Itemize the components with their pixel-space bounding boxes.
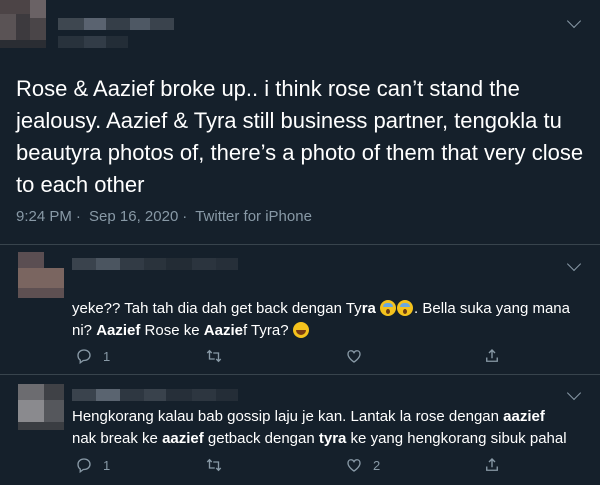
reply-icon: [77, 349, 91, 365]
like-count: 2: [373, 457, 381, 473]
reply-text-bold: aazief: [503, 408, 545, 425]
reply-text-part: ke yang hengkorang sibuk pahal: [346, 430, 567, 447]
share-button[interactable]: [483, 456, 501, 474]
share-icon: [486, 349, 498, 362]
reply-text-part: yeke?? Tah tah dia dah get back dengan T…: [72, 300, 362, 317]
like-icon: [347, 459, 361, 472]
share-icon: [486, 458, 498, 471]
reply-text-part: Hengkorang kalau bab gossip laju je kan.…: [72, 408, 504, 425]
divider: [0, 374, 600, 375]
chevron-down-icon[interactable]: [566, 385, 582, 401]
tweet-text: Rose & Aazief broke up.. i think rose ca…: [16, 76, 584, 197]
reply-text-part: f Tyra?: [242, 322, 289, 339]
tweet-source[interactable]: Twitter for iPhone: [195, 208, 312, 225]
divider: [0, 244, 600, 245]
tears-of-joy-icon: [292, 322, 309, 338]
like-icon: [347, 350, 361, 363]
retweet-button[interactable]: [205, 456, 223, 474]
reply-text-bold: ra: [361, 300, 376, 317]
reply-text-bold: Aazie: [203, 322, 243, 339]
reply-text-bold: Aazief: [96, 322, 141, 339]
reply-button[interactable]: 1: [75, 456, 110, 474]
reply-button[interactable]: 1: [75, 347, 110, 365]
reply-text-bold: tyra: [318, 430, 347, 447]
reply-text-part: nak break ke: [72, 430, 163, 447]
reply-text: Hengkorang kalau bab gossip laju je kan.…: [72, 406, 592, 450]
share-button[interactable]: [483, 347, 501, 365]
reply-count: 1: [103, 457, 111, 473]
like-button[interactable]: [345, 347, 373, 365]
tweet-time[interactable]: 9:24 PM: [16, 208, 72, 225]
like-button[interactable]: 2: [345, 456, 380, 474]
screaming-face-icon: [380, 300, 397, 316]
screaming-face-icon: [397, 300, 414, 316]
retweet-button[interactable]: [205, 347, 223, 365]
reply-count: 1: [103, 348, 111, 364]
chevron-down-icon[interactable]: [566, 256, 582, 272]
reply-icon: [77, 458, 91, 474]
tweet-date[interactable]: Sep 16, 2020: [89, 208, 178, 225]
reply-text-part: Rose ke: [140, 322, 204, 339]
reply-text-part: getback dengan: [203, 430, 319, 447]
retweet-icon: [206, 458, 222, 472]
meta-separator: ·: [75, 208, 81, 225]
reply-text-bold: aazief: [162, 430, 204, 447]
reply-text: yeke?? Tah tah dia dah get back dengan T…: [72, 298, 592, 342]
chevron-down-icon[interactable]: [566, 13, 582, 29]
retweet-icon: [206, 349, 222, 363]
meta-separator: ·: [182, 208, 188, 225]
tweet-meta: 9:24 PM · Sep 16, 2020 · Twitter for iPhon…: [16, 208, 316, 225]
